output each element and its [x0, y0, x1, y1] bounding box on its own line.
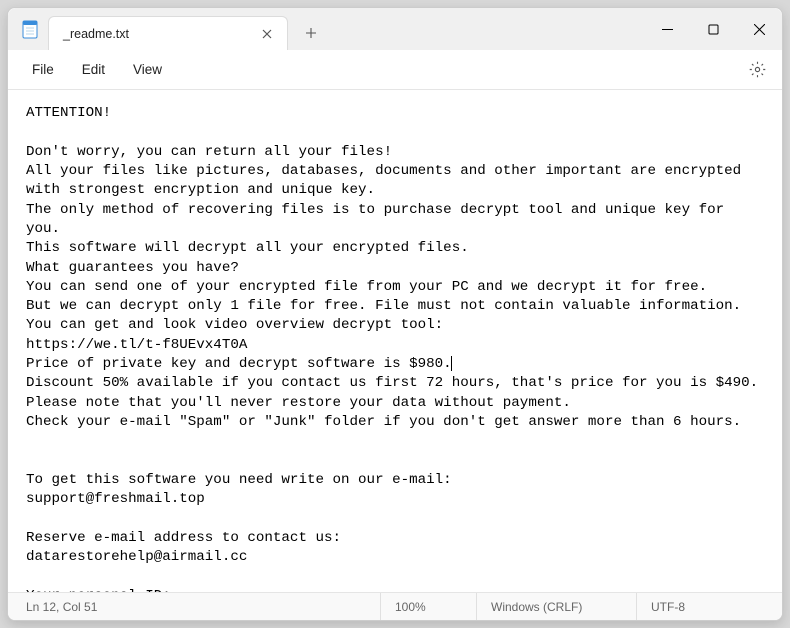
text-line: You can send one of your encrypted file … — [26, 279, 707, 295]
menu-edit[interactable]: Edit — [68, 56, 119, 83]
text-area[interactable]: ATTENTION! Don't worry, you can return a… — [8, 90, 782, 592]
tab-strip: _readme.txt — [48, 8, 328, 50]
titlebar-drag-area[interactable] — [328, 8, 644, 50]
new-tab-button[interactable] — [294, 16, 328, 50]
text-line: Please note that you'll never restore yo… — [26, 395, 571, 411]
menu-file[interactable]: File — [18, 56, 68, 83]
tab-title: _readme.txt — [63, 27, 257, 41]
text-line: Reserve e-mail address to contact us: — [26, 530, 341, 546]
text-line: What guarantees you have? — [26, 260, 239, 276]
text-line: https://we.tl/t-f8UEvx4T0A — [26, 337, 247, 353]
text-line: Don't worry, you can return all your fil… — [26, 144, 392, 160]
text-line: But we can decrypt only 1 file for free.… — [26, 298, 741, 314]
text-line: This software will decrypt all your encr… — [26, 240, 469, 256]
maximize-button[interactable] — [690, 8, 736, 50]
close-tab-button[interactable] — [257, 24, 277, 44]
tab-active[interactable]: _readme.txt — [48, 16, 288, 50]
minimize-button[interactable] — [644, 8, 690, 50]
titlebar[interactable]: _readme.txt — [8, 8, 782, 50]
window-controls — [644, 8, 782, 50]
text-line: datarestorehelp@airmail.cc — [26, 549, 247, 565]
notepad-window: _readme.txt File Edit View — [7, 7, 783, 621]
text-line: The only method of recovering files is t… — [26, 202, 733, 237]
text-line: Your personal ID: — [26, 588, 171, 592]
text-line: Discount 50% available if you contact us… — [26, 375, 758, 391]
settings-button[interactable] — [742, 55, 772, 85]
status-line-ending: Windows (CRLF) — [476, 593, 636, 620]
notepad-app-icon — [20, 19, 40, 39]
text-line: You can get and look video overview decr… — [26, 317, 443, 333]
menu-view[interactable]: View — [119, 56, 176, 83]
text-line: support@freshmail.top — [26, 491, 205, 507]
text-line: Check your e-mail "Spam" or "Junk" folde… — [26, 414, 741, 430]
status-cursor-position: Ln 12, Col 51 — [20, 593, 380, 620]
status-zoom[interactable]: 100% — [380, 593, 476, 620]
text-caret — [451, 356, 452, 371]
text-line: ATTENTION! — [26, 105, 111, 121]
status-encoding: UTF-8 — [636, 593, 746, 620]
menubar: File Edit View — [8, 50, 782, 90]
statusbar: Ln 12, Col 51 100% Windows (CRLF) UTF-8 — [8, 592, 782, 620]
text-line: To get this software you need write on o… — [26, 472, 452, 488]
close-window-button[interactable] — [736, 8, 782, 50]
text-line: Price of private key and decrypt softwar… — [26, 356, 452, 372]
text-line: All your files like pictures, databases,… — [26, 163, 750, 198]
